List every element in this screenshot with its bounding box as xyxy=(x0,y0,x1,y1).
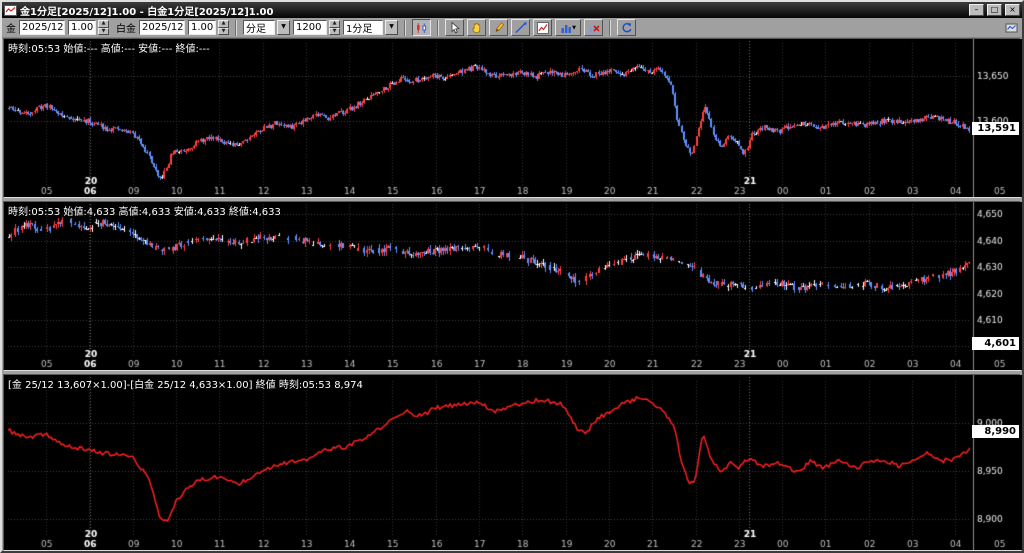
pencil-tool-button[interactable] xyxy=(489,19,508,36)
app-icon xyxy=(4,4,17,16)
gold-last-price-box: 13,591 xyxy=(972,122,1019,135)
window-title: 金1分足[2025/12]1.00 - 白金1分足[2025/12]1.00 xyxy=(20,6,274,18)
bar-count-spin-up-icon[interactable]: ▲ xyxy=(329,20,340,28)
refresh-icon xyxy=(621,22,631,32)
platinum-label: 白金 xyxy=(116,24,136,35)
candlestick-chart-icon xyxy=(417,22,427,33)
gold-ratio-spin-up-icon[interactable]: ▲ xyxy=(98,20,109,28)
bar-count-spin-down-icon[interactable]: ▼ xyxy=(329,27,340,35)
corner-chart-icon xyxy=(1005,23,1018,32)
platinum-ratio-field[interactable]: 1.00 xyxy=(188,20,216,35)
period-unit-caret-icon[interactable]: ▼ xyxy=(277,20,290,35)
toolbar-separator xyxy=(404,19,406,36)
spread-last-price-box: 8,990 xyxy=(972,425,1019,438)
gold-ratio-spin-down-icon[interactable]: ▼ xyxy=(98,27,109,35)
interval-caret-icon[interactable]: ▼ xyxy=(385,20,398,35)
indicator-caret-icon: ▼ xyxy=(572,24,576,31)
close-button[interactable]: × xyxy=(1005,4,1020,16)
period-unit-dropdown[interactable]: 分足 xyxy=(243,20,275,35)
platinum-chart-canvas[interactable] xyxy=(4,202,1022,370)
bar-chart-icon xyxy=(561,24,571,33)
platinum-ratio-spin-down-icon[interactable]: ▼ xyxy=(218,27,229,35)
app-window: 金1分足[2025/12]1.00 - 白金1分足[2025/12]1.00 –… xyxy=(0,0,1024,553)
hand-icon xyxy=(471,22,480,33)
platinum-ratio-spin-up-icon[interactable]: ▲ xyxy=(218,20,229,28)
titlebar[interactable]: 金1分足[2025/12]1.00 - 白金1分足[2025/12]1.00 –… xyxy=(2,2,1022,18)
toolbar-separator xyxy=(609,19,611,36)
spread-chart-panel: [金 25/12 13,607×1.00]-[白金 25/12 4,633×1.… xyxy=(3,374,1022,551)
gold-ratio-field[interactable]: 1.00 xyxy=(68,20,96,35)
platinum-ratio-spinner: ▲ ▼ xyxy=(218,20,229,35)
cursor-icon xyxy=(451,21,460,33)
indicator-button[interactable]: ▼ xyxy=(555,19,581,36)
gold-label: 金 xyxy=(6,24,16,35)
platinum-chart-panel: 時刻:05:53 始値:4,633 高値:4,633 安値:4,633 終値:4… xyxy=(3,201,1022,371)
refresh-button[interactable] xyxy=(617,19,636,36)
mini-chart-icon xyxy=(536,21,549,34)
chart-area: 時刻:05:53 始値:--- 高値:--- 安値:--- 終値:--- 13,… xyxy=(2,38,1022,551)
platinum-last-price-box: 4,601 xyxy=(972,337,1019,350)
spread-chart-canvas[interactable] xyxy=(4,375,1022,550)
bar-count-field[interactable]: 1200 xyxy=(293,20,327,35)
indicator-delete-button[interactable] xyxy=(584,19,603,36)
analysis-chart-button[interactable] xyxy=(533,19,552,36)
interval-dropdown[interactable]: 1分足 xyxy=(343,20,383,35)
cursor-tool-button[interactable] xyxy=(445,19,464,36)
gold-chart-canvas[interactable] xyxy=(4,39,1022,197)
minimize-button[interactable]: – xyxy=(969,4,984,16)
platinum-contract-field[interactable]: 2025/12 xyxy=(139,20,185,35)
trendline-icon xyxy=(515,21,527,33)
toolbar-separator xyxy=(235,19,237,36)
toolbar-separator xyxy=(437,19,439,36)
line-tool-button[interactable] xyxy=(511,19,530,36)
hand-tool-button[interactable] xyxy=(467,19,486,36)
chart-type-button[interactable] xyxy=(412,19,431,36)
pencil-icon xyxy=(495,21,504,32)
gold-ratio-spinner: ▲ ▼ xyxy=(98,20,109,35)
bar-chart-delete-icon xyxy=(589,24,600,33)
gold-chart-panel: 時刻:05:53 始値:--- 高値:--- 安値:--- 終値:--- 13,… xyxy=(3,38,1022,198)
toolbar-corner-button[interactable] xyxy=(1005,22,1018,34)
restore-button[interactable]: □ xyxy=(987,4,1002,16)
toolbar: 金 2025/12 1.00 ▲ ▼ 白金 2025/12 1.00 ▲ ▼ 分… xyxy=(2,18,1022,38)
bar-count-spinner: ▲ ▼ xyxy=(329,20,340,35)
gold-contract-field[interactable]: 2025/12 xyxy=(19,20,65,35)
